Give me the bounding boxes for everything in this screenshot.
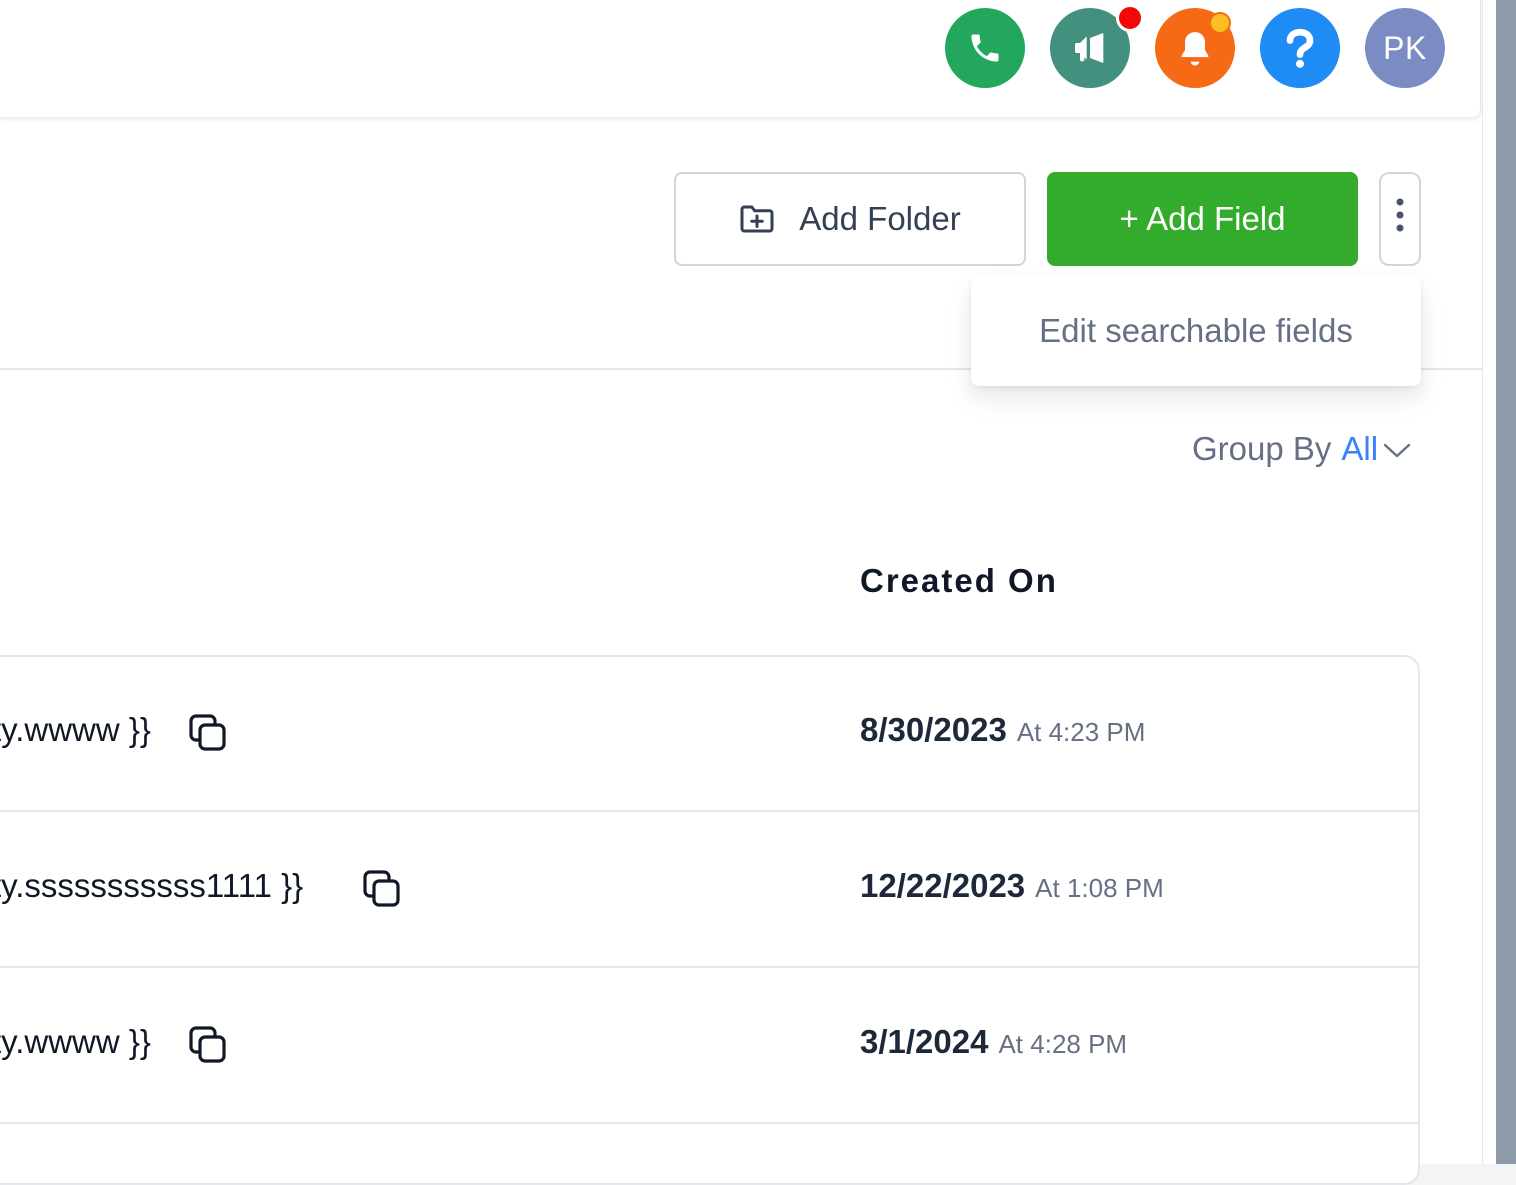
add-field-button[interactable]: + Add Field	[1047, 172, 1358, 266]
bell-icon	[1175, 28, 1215, 68]
page: PK Add Folder + Add Field Edit searchabl…	[0, 0, 1482, 1185]
notifications-button[interactable]	[1155, 8, 1235, 88]
table-row: ty.wwww }} 3/1/2024 At 4:28 PM	[0, 967, 1482, 1123]
created-date: 12/22/2023	[860, 867, 1026, 904]
more-vertical-icon	[1395, 197, 1405, 241]
group-by-select[interactable]: All	[1341, 430, 1412, 468]
created-date: 3/1/2024	[860, 1023, 989, 1060]
created-date: 8/30/2023	[860, 711, 1007, 748]
add-folder-label: Add Folder	[799, 200, 961, 237]
more-options-button[interactable]	[1379, 172, 1421, 266]
created-on-cell: 12/22/2023 At 1:08 PM	[860, 867, 1164, 905]
field-key: ty.wwww }}	[0, 711, 151, 748]
group-by-control: Group By All	[1192, 430, 1412, 468]
announcements-button[interactable]	[1050, 4, 1144, 88]
phone-button[interactable]	[945, 8, 1025, 88]
notification-badge	[1116, 4, 1144, 32]
phone-icon	[967, 30, 1003, 66]
created-time: At 1:08 PM	[1035, 873, 1164, 903]
column-header-created-on[interactable]: Created On	[860, 562, 1058, 600]
field-key: ty.sssssssssss1111 }}	[0, 867, 304, 904]
user-avatar[interactable]: PK	[1365, 8, 1445, 88]
copy-icon[interactable]	[362, 869, 402, 909]
window-edge	[1496, 0, 1516, 1164]
page-gutter	[1482, 0, 1497, 1164]
megaphone-icon	[1070, 28, 1110, 68]
group-by-label: Group By	[1192, 430, 1332, 467]
folder-plus-icon	[739, 204, 775, 234]
table-row: ty.sssssssssss1111 }} 12/22/2023 At 1:08 …	[0, 811, 1482, 967]
options-dropdown-menu: Edit searchable fields	[971, 276, 1421, 386]
created-time: At 4:28 PM	[998, 1029, 1128, 1059]
avatar-initials: PK	[1383, 29, 1427, 66]
copy-icon[interactable]	[188, 1025, 228, 1065]
menu-item-edit-searchable-fields[interactable]: Edit searchable fields	[971, 276, 1421, 386]
chevron-down-icon	[1378, 430, 1412, 468]
row-divider	[0, 1122, 1420, 1124]
notification-badge	[1209, 12, 1231, 34]
created-on-cell: 3/1/2024 At 4:28 PM	[860, 1023, 1127, 1061]
top-header: PK	[0, 0, 1481, 117]
group-by-value: All	[1341, 430, 1379, 467]
copy-icon[interactable]	[188, 713, 228, 753]
help-button[interactable]	[1260, 8, 1340, 88]
created-time: At 4:23 PM	[1016, 717, 1146, 747]
field-key: ty.wwww }}	[0, 1023, 151, 1060]
table-row: ty.wwww }} 8/30/2023 At 4:23 PM	[0, 655, 1482, 811]
help-icon	[1283, 28, 1317, 68]
add-field-label: + Add Field	[1119, 200, 1286, 237]
created-on-cell: 8/30/2023 At 4:23 PM	[860, 711, 1145, 749]
add-folder-button[interactable]: Add Folder	[674, 172, 1026, 266]
